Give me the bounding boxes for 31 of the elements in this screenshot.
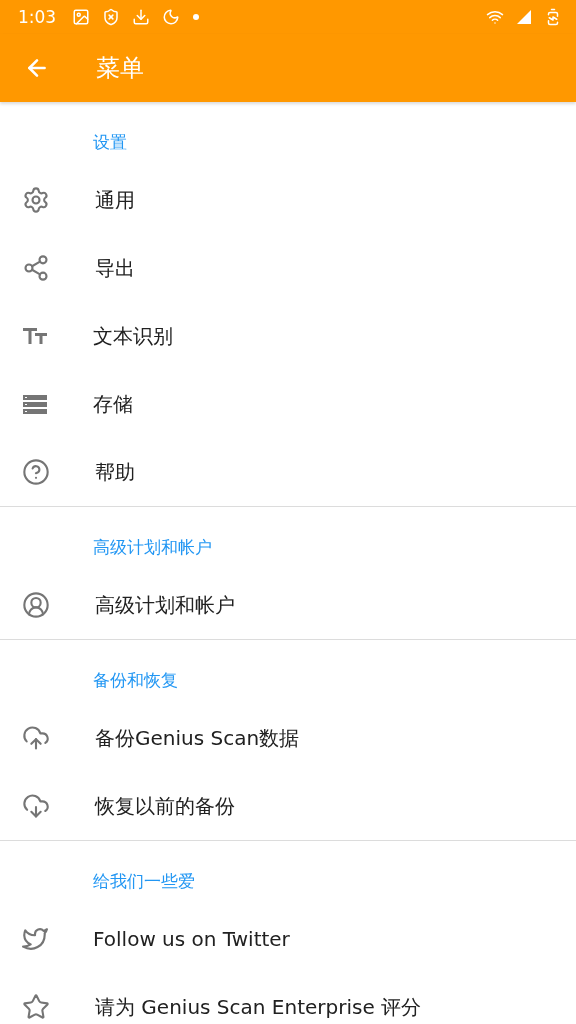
menu-item[interactable]: 帮助 (95, 458, 135, 486)
download-icon (132, 8, 151, 26)
app-title: 菜单 (96, 53, 144, 84)
account-icon (22, 591, 50, 619)
signal-icon (516, 9, 532, 25)
image-icon (72, 8, 91, 26)
dot-icon (192, 13, 201, 21)
cloud-upload-icon (22, 724, 50, 752)
menu-item[interactable]: 请为 Genius Scan Enterprise 评分 (95, 993, 422, 1021)
menu-item[interactable]: 恢复以前的备份 (95, 792, 235, 820)
menu-item[interactable]: 通用 (95, 186, 135, 214)
menu-item[interactable]: 导出 (95, 254, 135, 282)
share-icon (22, 254, 50, 282)
bird-icon (22, 926, 48, 952)
cloud-download-icon (22, 792, 50, 820)
settings-icon (22, 186, 50, 214)
wifi-icon (486, 8, 504, 26)
section-header: 设置 (93, 131, 127, 154)
menu-item[interactable]: 高级计划和帐户 (95, 591, 235, 619)
star-icon (22, 993, 50, 1021)
menu-item[interactable]: 存储 (93, 390, 133, 418)
menu-item[interactable]: Follow us on Twitter (93, 927, 290, 951)
shield-icon (102, 8, 121, 26)
status-time: 1:03 (18, 7, 57, 27)
menu-item[interactable]: 文本识别 (93, 322, 173, 350)
section-header: 给我们一些爱 (93, 870, 195, 893)
section-header: 高级计划和帐户 (93, 536, 212, 559)
help-icon (22, 458, 50, 486)
moon-icon (162, 8, 181, 26)
menu-item[interactable]: 备份Genius Scan数据 (95, 724, 300, 752)
section-header: 备份和恢复 (93, 669, 178, 692)
